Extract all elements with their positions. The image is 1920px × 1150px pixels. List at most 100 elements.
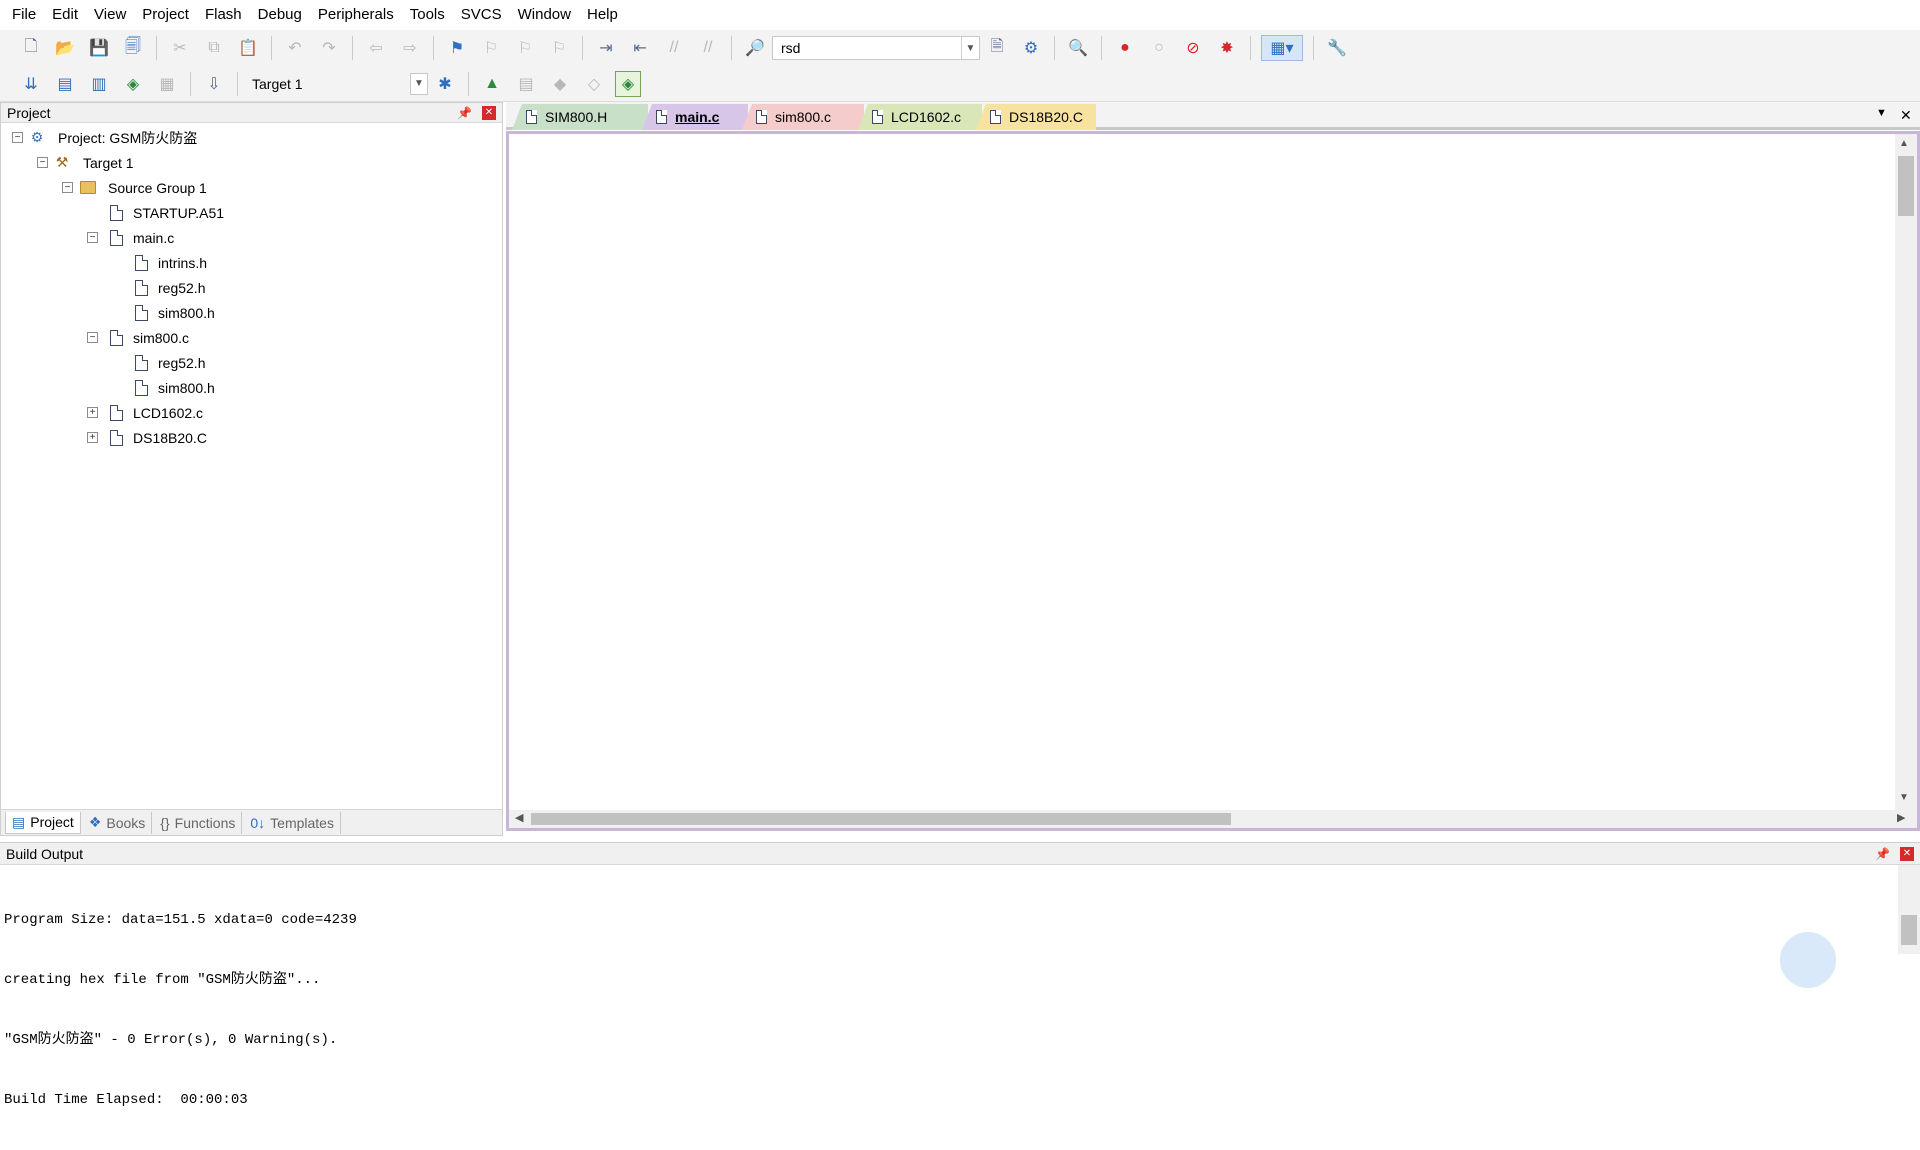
clear-bookmarks-icon[interactable]: ⚐: [546, 35, 572, 61]
expand-icon[interactable]: +: [87, 432, 98, 443]
tab-ds18b20-c[interactable]: DS18B20.C: [976, 104, 1096, 130]
collapse-icon[interactable]: −: [62, 182, 73, 193]
window-layout-icon[interactable]: ▦▾: [1261, 35, 1303, 61]
build-icon[interactable]: ▤: [52, 71, 78, 97]
manage-project-items-icon[interactable]: ▲: [479, 71, 505, 97]
unindent-icon[interactable]: ⇤: [627, 35, 653, 61]
collapse-icon[interactable]: −: [87, 332, 98, 343]
uncomment-icon[interactable]: //: [695, 35, 721, 61]
copy-icon[interactable]: ⧉: [201, 35, 227, 61]
menu-flash[interactable]: Flash: [197, 0, 250, 30]
menu-edit[interactable]: Edit: [44, 0, 86, 30]
rebuild-icon[interactable]: ▥: [86, 71, 112, 97]
tree-item-file[interactable]: − main.c: [1, 225, 502, 250]
open-file-icon[interactable]: 📂: [52, 35, 78, 61]
download-icon[interactable]: ⇩: [201, 71, 227, 97]
new-file-icon[interactable]: 🗋: [18, 35, 44, 61]
menu-debug[interactable]: Debug: [250, 0, 310, 30]
collapse-icon[interactable]: −: [87, 232, 98, 243]
menu-window[interactable]: Window: [510, 0, 579, 30]
configure-icon[interactable]: 🔧: [1324, 35, 1350, 61]
collapse-icon[interactable]: −: [37, 157, 48, 168]
target-combo[interactable]: Target 1 ▼: [244, 72, 428, 96]
insert-bookmark-icon[interactable]: ⚑: [444, 35, 470, 61]
scroll-thumb[interactable]: [1898, 156, 1914, 216]
manage-components-icon[interactable]: ◇: [581, 71, 607, 97]
collapse-icon[interactable]: −: [12, 132, 23, 143]
tree-item-file[interactable]: + DS18B20.C: [1, 425, 502, 450]
stop-build-icon[interactable]: ▦: [154, 71, 180, 97]
tree-item-project[interactable]: − ⚙ Project: GSM防火防盗: [1, 125, 502, 150]
tree-item-header[interactable]: sim800.h: [1, 300, 502, 325]
menu-file[interactable]: File: [4, 0, 44, 30]
tree-item-header[interactable]: reg52.h: [1, 350, 502, 375]
tab-list-icon[interactable]: ▼: [1876, 107, 1887, 119]
incremental-find-icon[interactable]: 🗎: [984, 35, 1010, 61]
tree-item-file[interactable]: + LCD1602.c: [1, 400, 502, 425]
tab-sim800-h[interactable]: SIM800.H: [512, 104, 648, 130]
code-area[interactable]: [605, 134, 1893, 810]
undo-icon[interactable]: ↶: [282, 35, 308, 61]
vertical-scrollbar[interactable]: ▲ ▼: [1895, 134, 1917, 810]
menu-svcs[interactable]: SVCS: [453, 0, 510, 30]
indent-icon[interactable]: ⇥: [593, 35, 619, 61]
kill-breakpoints-icon[interactable]: ✸: [1214, 35, 1240, 61]
find-combo[interactable]: rsd ▼: [772, 36, 980, 60]
tab-books[interactable]: ❖ Books: [83, 811, 153, 834]
start-debug-icon[interactable]: 🔍: [1065, 35, 1091, 61]
tree-item-header[interactable]: reg52.h: [1, 275, 502, 300]
tree-item-file[interactable]: − sim800.c: [1, 325, 502, 350]
tab-templates[interactable]: 0↓ Templates: [244, 811, 341, 834]
menu-tools[interactable]: Tools: [402, 0, 453, 30]
tree-item-target[interactable]: − ⚒ Target 1: [1, 150, 502, 175]
expand-icon[interactable]: +: [87, 407, 98, 418]
save-all-icon[interactable]: 🗐: [120, 35, 146, 61]
cut-icon[interactable]: ✂: [167, 35, 193, 61]
scroll-up-icon[interactable]: ▲: [1899, 138, 1909, 149]
pin-icon[interactable]: 📌: [457, 106, 472, 120]
close-icon[interactable]: ✕: [1900, 846, 1914, 861]
next-bookmark-icon[interactable]: ⚐: [512, 35, 538, 61]
tab-functions[interactable]: {} Functions: [154, 811, 243, 834]
translate-icon[interactable]: ⇊: [18, 71, 44, 97]
menu-view[interactable]: View: [86, 0, 134, 30]
find-replace-icon[interactable]: ⚙: [1018, 35, 1044, 61]
redo-icon[interactable]: ↷: [316, 35, 342, 61]
save-icon[interactable]: 💾: [86, 35, 112, 61]
chevron-down-icon[interactable]: ▼: [961, 37, 979, 59]
menu-peripherals[interactable]: Peripherals: [310, 0, 402, 30]
tree-item-file[interactable]: STARTUP.A51: [1, 200, 502, 225]
menu-project[interactable]: Project: [134, 0, 197, 30]
tree-item-header[interactable]: intrins.h: [1, 250, 502, 275]
paste-icon[interactable]: 📋: [235, 35, 261, 61]
navigate-back-icon[interactable]: ⇦: [363, 35, 389, 61]
previous-bookmark-icon[interactable]: ⚐: [478, 35, 504, 61]
tab-project[interactable]: ▤ Project: [5, 811, 81, 834]
select-pack-icon[interactable]: ◆: [547, 71, 573, 97]
menu-help[interactable]: Help: [579, 0, 626, 30]
tab-main-c[interactable]: main.c: [642, 104, 748, 130]
tree-item-header[interactable]: sim800.h: [1, 375, 502, 400]
rte-icon[interactable]: ▤: [513, 71, 539, 97]
scroll-right-icon[interactable]: ▶: [1897, 811, 1905, 824]
comment-icon[interactable]: //: [661, 35, 687, 61]
scroll-down-icon[interactable]: ▼: [1899, 792, 1909, 803]
disable-breakpoints-icon[interactable]: ⊘: [1180, 35, 1206, 61]
navigate-forward-icon[interactable]: ⇨: [397, 35, 423, 61]
scroll-thumb[interactable]: [531, 813, 1231, 825]
insert-breakpoint-icon[interactable]: ●: [1112, 35, 1138, 61]
horizontal-scrollbar[interactable]: ◀ ▶: [509, 810, 1917, 828]
scroll-left-icon[interactable]: ◀: [515, 811, 523, 824]
chevron-down-icon[interactable]: ▼: [410, 72, 428, 95]
enable-breakpoint-icon[interactable]: ○: [1146, 35, 1172, 61]
floating-assistant-bubble[interactable]: [1780, 932, 1836, 988]
tree-item-group[interactable]: − Source Group 1: [1, 175, 502, 200]
code-editor[interactable]: ▲ ▼ ◀ ▶: [506, 131, 1920, 831]
build-output-scrollbar[interactable]: [1898, 865, 1920, 954]
close-icon[interactable]: ✕: [482, 105, 496, 120]
tab-sim800-c[interactable]: sim800.c: [742, 104, 864, 130]
find-in-files-icon[interactable]: 🔎: [742, 35, 768, 61]
batch-build-icon[interactable]: ◈: [120, 71, 146, 97]
close-icon[interactable]: ✕: [1900, 107, 1912, 124]
tab-lcd1602-c[interactable]: LCD1602.c: [858, 104, 982, 130]
